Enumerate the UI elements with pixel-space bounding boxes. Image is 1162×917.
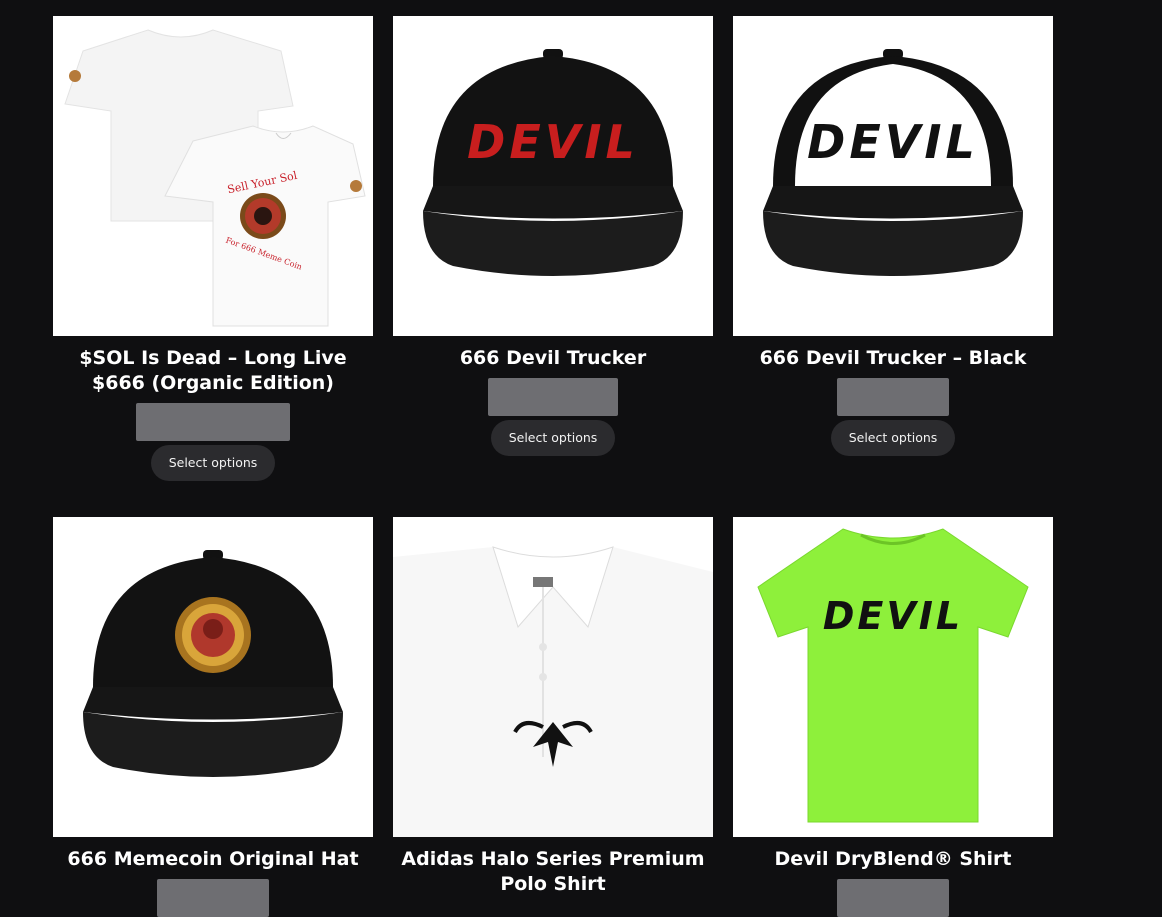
trucker-cap-image: DEVIL [763, 49, 1023, 276]
tshirt-pair-image: Sell Your Sol For 666 Meme Coin [64, 29, 366, 327]
product-title[interactable]: 666 Devil Trucker – Black [733, 346, 1053, 371]
product-image[interactable]: DEVIL [733, 517, 1053, 837]
cap-print: DEVIL [807, 115, 979, 169]
price-redacted [136, 403, 290, 441]
select-options-button[interactable]: Select options [831, 420, 955, 456]
product-image[interactable]: Sell Your Sol For 666 Meme Coin [53, 16, 373, 336]
polo-shirt-image [393, 546, 713, 837]
product-card: Adidas Halo Series Premium Polo Shirt [393, 517, 713, 897]
cap-print: DEVIL [467, 115, 639, 169]
product-card: 666 Memecoin Original Hat [53, 517, 373, 917]
price-redacted [837, 378, 949, 416]
product-title[interactable]: 666 Devil Trucker [393, 346, 713, 371]
product-title[interactable]: Devil DryBlend® Shirt [733, 847, 1053, 872]
price-redacted [837, 879, 949, 917]
select-options-button[interactable]: Select options [491, 420, 615, 456]
product-image[interactable]: DEVIL [733, 16, 1053, 336]
product-card: DEVIL Devil DryBlend® Shirt [733, 517, 1053, 917]
price-redacted [488, 378, 618, 416]
product-title[interactable]: $SOL Is Dead – Long Live $666 (Organic E… [53, 346, 373, 396]
product-card: DEVIL 666 Devil Trucker Select options [393, 16, 713, 456]
product-image[interactable]: DEVIL [393, 16, 713, 336]
product-image[interactable] [53, 517, 373, 837]
product-card: Sell Your Sol For 666 Meme Coin $SOL Is … [53, 16, 373, 481]
shirt-print: DEVIL [823, 594, 963, 638]
product-title[interactable]: 666 Memecoin Original Hat [53, 847, 373, 872]
trucker-cap-image: DEVIL [423, 49, 683, 276]
product-image[interactable] [393, 517, 713, 837]
trucker-cap-coin-image [83, 550, 343, 777]
tshirt-image: DEVIL [757, 528, 1029, 823]
price-redacted [157, 879, 269, 917]
product-title[interactable]: Adidas Halo Series Premium Polo Shirt [393, 847, 713, 897]
product-card: DEVIL 666 Devil Trucker – Black Select o… [733, 16, 1053, 456]
select-options-button[interactable]: Select options [151, 445, 275, 481]
